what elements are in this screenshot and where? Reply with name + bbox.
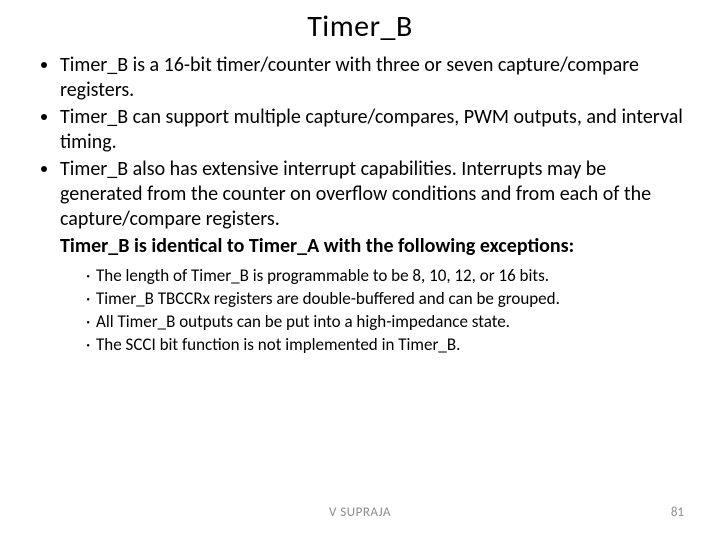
slide-title: Timer_B (30, 8, 690, 45)
sub-bullet-item: ·All Timer_B outputs can be put into a h… (86, 311, 690, 334)
exceptions-heading: Timer_B is identical to Timer_A with the… (60, 234, 690, 259)
footer-author: V SUPRAJA (0, 505, 720, 520)
sub-bullet-text: Timer_B TBCCRx registers are double-buff… (96, 288, 560, 309)
sub-bullet-text: The length of Timer_B is programmable to… (96, 265, 549, 286)
slide: Timer_B Timer_B is a 16-bit timer/counte… (0, 0, 720, 540)
sub-bullet-item: ·The SCCI bit function is not implemente… (86, 334, 690, 357)
sub-bullet-text: All Timer_B outputs can be put into a hi… (96, 311, 510, 332)
bullet-item: Timer_B can support multiple capture/com… (60, 105, 690, 155)
sub-bullet-text: The SCCI bit function is not implemented… (96, 334, 460, 355)
bullet-item: Timer_B also has extensive interrupt cap… (60, 157, 690, 232)
sub-bullet-item: ·Timer_B TBCCRx registers are double-buf… (86, 288, 690, 311)
sub-bullet-item: ·The length of Timer_B is programmable t… (86, 265, 690, 288)
sub-bullet-list: ·The length of Timer_B is programmable t… (86, 265, 690, 357)
main-bullet-list: Timer_B is a 16-bit timer/counter with t… (30, 53, 690, 232)
footer-page-number: 81 (671, 505, 684, 520)
bullet-item: Timer_B is a 16-bit timer/counter with t… (60, 53, 690, 103)
